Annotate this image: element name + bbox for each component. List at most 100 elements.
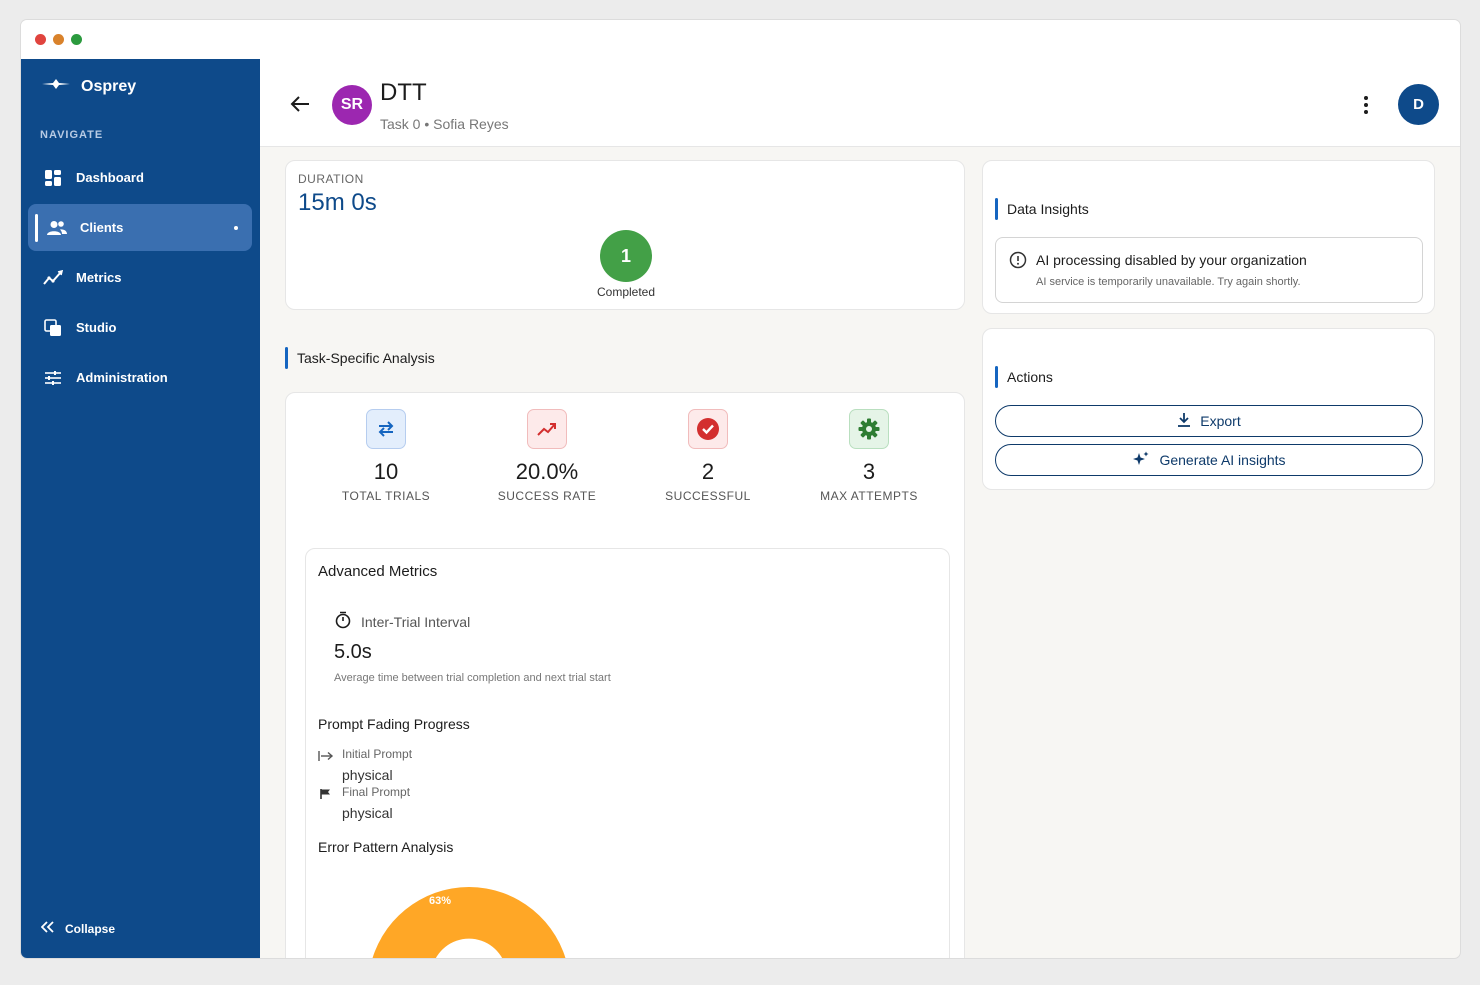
sidebar-item-clients[interactable]: Clients	[28, 204, 252, 251]
studio-icon	[43, 318, 63, 338]
task-analysis-title: Task-Specific Analysis	[285, 347, 435, 369]
stat-success-rate: 20.0% SUCCESS RATE	[477, 409, 617, 503]
sidebar-item-label: Metrics	[76, 270, 122, 285]
stat-label: TOTAL TRIALS	[341, 489, 431, 503]
close-window-button[interactable]	[35, 34, 46, 45]
sidebar-item-label: Studio	[76, 320, 117, 335]
final-prompt-row: Final Prompt physical	[318, 785, 410, 821]
stat-label: SUCCESS RATE	[497, 489, 597, 503]
nav-section-label: NAVIGATE	[40, 129, 104, 141]
page-header: SR DTT Task 0 • Sofia Reyes D	[260, 59, 1460, 147]
dashboard-icon	[43, 168, 63, 188]
data-insights-card: Data Insights AI processing disabled by …	[982, 160, 1435, 314]
iti-label: Inter-Trial Interval	[361, 613, 471, 630]
initial-prompt-value: physical	[342, 767, 393, 783]
actions-title: Actions	[995, 366, 1053, 388]
page-title: DTT	[380, 79, 427, 106]
final-prompt-value: physical	[342, 805, 393, 821]
error-pie-chart	[372, 887, 566, 958]
stat-label: SUCCESSFUL	[665, 489, 751, 503]
gear-icon	[849, 409, 889, 449]
stat-value: 10	[373, 459, 399, 484]
section-accent-bar	[285, 347, 288, 369]
download-icon	[1177, 412, 1191, 430]
prompt-fading-title: Prompt Fading Progress	[318, 716, 470, 732]
stat-total-trials: 10 TOTAL TRIALS	[316, 409, 456, 503]
analysis-card: 10 TOTAL TRIALS 20.0% SUCCESS RATE 2 SUC…	[285, 392, 965, 958]
app-window: Osprey NAVIGATE Dashboard Clients Metric…	[21, 20, 1460, 958]
ai-disabled-alert: AI processing disabled by your organizat…	[995, 237, 1423, 303]
client-avatar: SR	[332, 85, 372, 125]
stat-successful: 2 SUCCESSFUL	[638, 409, 778, 503]
user-avatar[interactable]: D	[1398, 84, 1439, 125]
chevrons-left-icon	[40, 921, 55, 936]
sparkles-icon	[1132, 451, 1150, 470]
section-title-text: Data Insights	[1007, 201, 1089, 217]
alert-title: AI processing disabled by your organizat…	[1036, 252, 1307, 268]
duration-card: DURATION 15m 0s 1 Completed	[285, 160, 965, 310]
pie-percent-label: 63%	[429, 895, 452, 907]
sidebar-item-label: Clients	[80, 220, 124, 235]
stopwatch-icon	[334, 611, 352, 632]
stat-max-attempts: 3 MAX ATTEMPTS	[799, 409, 939, 503]
minimize-window-button[interactable]	[53, 34, 64, 45]
iti-label-row: Inter-Trial Interval	[334, 611, 470, 632]
active-indicator	[35, 214, 38, 242]
users-icon	[47, 218, 67, 238]
metrics-icon	[43, 268, 63, 288]
back-button[interactable]	[290, 95, 310, 118]
iti-value: 5.0s	[334, 641, 372, 663]
completed-label: Completed	[596, 285, 656, 299]
sidebar: Osprey NAVIGATE Dashboard Clients Metric…	[21, 59, 260, 958]
window-titlebar	[21, 20, 1460, 59]
check-circle-icon	[688, 409, 728, 449]
trending-up-icon	[527, 409, 567, 449]
duration-value: 15m 0s	[298, 189, 377, 216]
section-accent-bar	[995, 198, 998, 220]
alert-description: AI service is temporarily unavailable. T…	[1036, 276, 1301, 288]
brand-name: Osprey	[81, 77, 137, 95]
stat-label: MAX ATTEMPTS	[820, 489, 918, 503]
final-prompt-label: Final Prompt	[342, 785, 411, 799]
stat-value: 20.0%	[515, 459, 579, 484]
info-icon	[1009, 251, 1027, 274]
osprey-logo-icon	[41, 77, 71, 96]
arrow-right-to-line-icon	[318, 749, 334, 767]
pie-slice-main	[372, 887, 566, 958]
generate-ai-insights-button[interactable]: Generate AI insights	[995, 444, 1423, 476]
section-title-text: Task-Specific Analysis	[297, 350, 435, 366]
error-pattern-title: Error Pattern Analysis	[318, 839, 454, 855]
sidebar-item-label: Dashboard	[76, 170, 144, 185]
sidebar-item-label: Administration	[76, 370, 168, 385]
data-insights-title: Data Insights	[995, 198, 1089, 220]
repeat-icon	[366, 409, 406, 449]
initial-prompt-row: Initial Prompt physical	[318, 747, 412, 783]
actions-card: Actions Export Generate AI insights	[982, 328, 1435, 490]
brand[interactable]: Osprey	[41, 77, 136, 96]
sidebar-item-studio[interactable]: Studio	[28, 304, 252, 351]
section-title-text: Actions	[1007, 369, 1053, 385]
more-options-button[interactable]	[1356, 95, 1376, 120]
sliders-icon	[43, 368, 63, 388]
flag-icon	[318, 787, 334, 805]
collapse-label: Collapse	[65, 921, 116, 936]
section-accent-bar	[995, 366, 998, 388]
collapse-button[interactable]: Collapse	[40, 921, 116, 936]
generate-label: Generate AI insights	[1159, 452, 1286, 468]
sidebar-item-metrics[interactable]: Metrics	[28, 254, 252, 301]
active-dot	[234, 226, 238, 230]
sidebar-item-administration[interactable]: Administration	[28, 354, 252, 401]
export-label: Export	[1200, 413, 1241, 429]
maximize-window-button[interactable]	[71, 34, 82, 45]
page-subtitle: Task 0 • Sofia Reyes	[380, 116, 509, 132]
advanced-metrics-title: Advanced Metrics	[318, 563, 438, 580]
export-button[interactable]: Export	[995, 405, 1423, 437]
iti-description: Average time between trial completion an…	[334, 672, 611, 684]
sidebar-item-dashboard[interactable]: Dashboard	[28, 154, 252, 201]
stat-value: 3	[862, 459, 876, 484]
duration-label: DURATION	[298, 172, 364, 186]
initial-prompt-label: Initial Prompt	[342, 747, 413, 761]
advanced-metrics-card: Advanced Metrics Inter-Trial Interval 5.…	[305, 548, 950, 958]
completed-count: 1	[600, 230, 652, 282]
stat-value: 2	[701, 459, 715, 484]
